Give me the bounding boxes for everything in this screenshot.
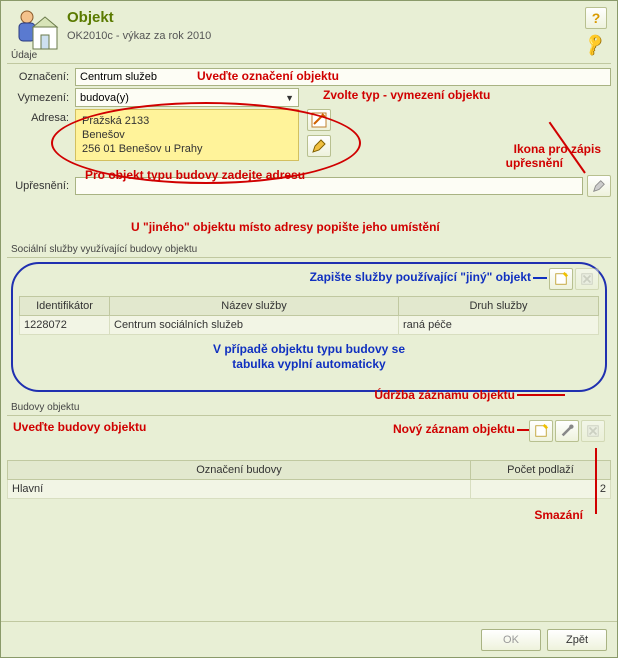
cell-druh: raná péče [399,316,599,335]
adresa-box: Pražská 2133 Benešov 256 01 Benešov u Pr… [75,109,299,161]
col-podlazi[interactable]: Počet podlaží [471,461,611,480]
vymezeni-label: Vymezení: [7,92,75,104]
cell-nazev: Centrum sociálních služeb [110,316,399,335]
annot-auto2: tabulka vyplní automaticky [13,357,605,371]
vymezeni-combo[interactable]: budova(y) ▼ [75,88,299,107]
legend-sluzby: Sociální služby využívající budovy objek… [7,244,611,258]
col-id[interactable]: Identifikátor [20,297,110,316]
service-add-button[interactable] [549,268,573,290]
section-udaje: Údaje Označení: Uveďte označení objektu … [7,50,611,238]
address-edit-button[interactable] [307,135,331,157]
footer: OK Zpět [1,621,617,657]
legend-budovy: Budovy objektu [7,402,611,416]
annot-upresneni: U "jiného" objektu místo adresy popište … [131,220,440,234]
services-table: Identifikátor Název služby Druh služby 1… [19,296,599,335]
annot-sluzby: Zapište služby používající "jiný" objekt [310,270,531,284]
back-button[interactable]: Zpět [547,629,607,651]
annot-vymezeni: Zvolte typ - vymezení objektu [323,88,490,102]
adresa-line3: 256 01 Benešov u Prahy [82,142,292,156]
legend-udaje: Údaje [7,50,611,64]
col-oznaceni[interactable]: Označení budovy [8,461,471,480]
oznaceni-input[interactable] [75,68,611,86]
upresneni-input[interactable] [75,177,583,195]
chevron-down-icon: ▼ [285,93,294,103]
adresa-line1: Pražská 2133 [82,114,292,128]
buildings-table: Označení budovy Počet podlaží Hlavní 2 [7,460,611,499]
building-add-button[interactable] [529,420,553,442]
help-icon[interactable]: ? [585,7,607,29]
cell-podlazi: 2 [471,480,611,499]
annot-novy: Nový záznam objektu [393,422,515,436]
building-maintain-button[interactable] [555,420,579,442]
ok-button[interactable]: OK [481,629,541,651]
adresa-label: Adresa: [7,109,75,124]
section-budovy: Budovy objektu Údržba záznamu objektu Uv… [7,402,611,552]
col-druh[interactable]: Druh služby [399,297,599,316]
section-sluzby: Sociální služby využívající budovy objek… [7,244,611,392]
upresneni-label: Upřesnění: [7,180,75,192]
annot-budovy: Uveďte budovy objektu [13,420,146,434]
page-title: Objekt [67,9,607,26]
upresneni-edit-button[interactable] [587,175,611,197]
object-app-icon [11,7,59,55]
table-row[interactable]: Hlavní 2 [8,480,611,499]
oznaceni-label: Označení: [7,71,75,83]
vymezeni-value: budova(y) [80,92,129,104]
page-subtitle: OK2010c - výkaz za rok 2010 [67,30,607,42]
table-row[interactable]: 1228072 Centrum sociálních služeb raná p… [20,316,599,335]
cell-oznaceni: Hlavní [8,480,471,499]
address-pick-button[interactable] [307,109,331,131]
col-nazev[interactable]: Název služby [110,297,399,316]
annot-smazani: Smazání [534,508,583,522]
cell-id: 1228072 [20,316,110,335]
service-delete-button[interactable] [575,268,599,290]
annot-auto1: V případě objektu typu budovy se [13,342,605,356]
adresa-line2: Benešov [82,128,292,142]
building-delete-button[interactable] [581,420,605,442]
